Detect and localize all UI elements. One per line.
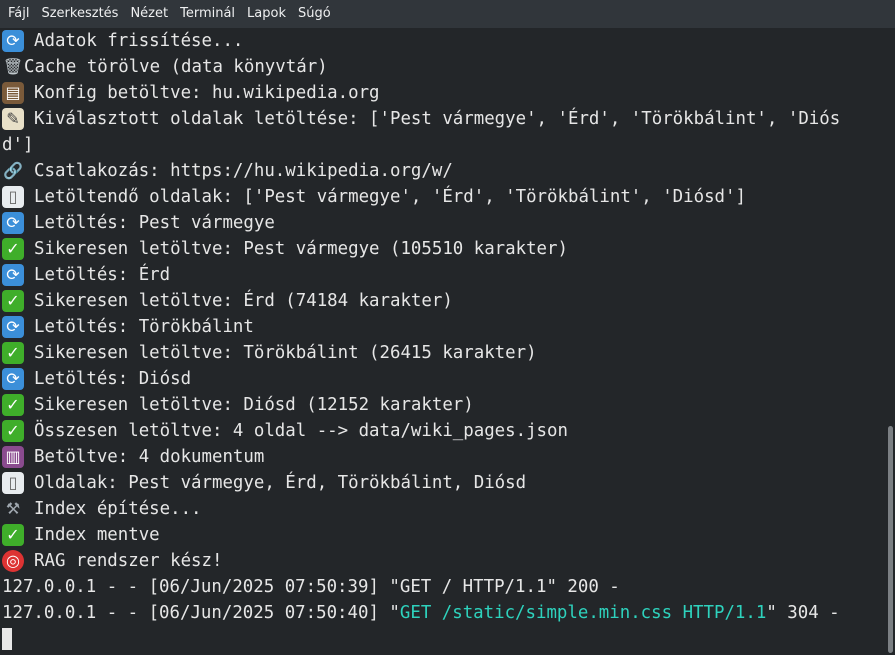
- menu-file[interactable]: Fájl: [2, 0, 35, 28]
- target-icon: ◎: [2, 550, 24, 572]
- menu-terminal[interactable]: Terminál: [174, 0, 241, 28]
- books-icon: ▥: [2, 446, 24, 468]
- menu-edit[interactable]: Szerkesztés: [35, 0, 124, 28]
- menu-tabs[interactable]: Lapok: [241, 0, 292, 28]
- terminal-line: ✓ Összesen letöltve: 4 oldal --> data/wik…: [0, 418, 885, 444]
- check-icon: ✓: [2, 342, 24, 364]
- menu-help[interactable]: Súgó: [292, 0, 337, 28]
- terminal-line: 🔗 Csatlakozás: https://hu.wikipedia.org/w…: [3, 161, 453, 181]
- terminal-line: ✓ Sikeresen letöltve: Pest vármegye (1055…: [0, 236, 885, 262]
- terminal-line: ▯ Letöltendő oldalak: ['Pest vármegye', '…: [0, 184, 885, 210]
- check-icon: ✓: [2, 290, 24, 312]
- log-line: 127.0.0.1 - - [06/Jun/2025 07:50:39] "GE…: [2, 577, 620, 597]
- memo-icon: ✎: [2, 108, 24, 130]
- terminal-output[interactable]: ⟳ Adatok frissítése... 🗑Cache törölve (da…: [0, 28, 885, 655]
- menu-view[interactable]: Nézet: [124, 0, 174, 28]
- terminal-line: d']: [2, 135, 34, 155]
- refresh-icon: ⟳: [2, 30, 24, 52]
- terminal-line: ✓ Index mentve: [0, 522, 885, 548]
- terminal-line: ◎ RAG rendszer kész!: [0, 548, 885, 574]
- log-line: 127.0.0.1 - - [06/Jun/2025 07:50:40] "GE…: [2, 603, 840, 623]
- terminal-line: ⟳ Letöltés: Érd: [0, 262, 885, 288]
- terminal-line: ⟳ Letöltés: Diósd: [0, 366, 885, 392]
- terminal-line: ▥ Betöltve: 4 dokumentum: [0, 444, 885, 470]
- terminal-line: ⚒ Index építése...: [0, 496, 885, 522]
- page-icon: ▯: [2, 186, 24, 208]
- terminal-line: ✓ Sikeresen letöltve: Diósd (12152 karakt…: [0, 392, 885, 418]
- check-icon: ✓: [2, 420, 24, 442]
- terminal-line: ✓ Sikeresen letöltve: Érd (74184 karakter…: [0, 288, 885, 314]
- highlighted-request: GET /static/simple.min.css HTTP/1.1: [399, 603, 767, 623]
- terminal-line: 🗑Cache törölve (data könyvtár): [2, 57, 328, 77]
- link-icon: 🔗: [3, 161, 23, 180]
- check-icon: ✓: [2, 238, 24, 260]
- page-icon: ▯: [2, 472, 24, 494]
- check-icon: ✓: [2, 394, 24, 416]
- terminal-line: ⟳ Letöltés: Pest vármegye: [0, 210, 885, 236]
- refresh-icon: ⟳: [2, 316, 24, 338]
- trash-icon: 🗑: [2, 57, 24, 76]
- check-icon: ✓: [2, 524, 24, 546]
- terminal-line: ⟳ Letöltés: Törökbálint: [0, 314, 885, 340]
- scrollbar-thumb[interactable]: [888, 426, 893, 653]
- vertical-scrollbar[interactable]: [885, 28, 895, 655]
- menu-bar: Fájl Szerkesztés Nézet Terminál Lapok Sú…: [0, 0, 895, 28]
- terminal-line: ✎ Kiválasztott oldalak letöltése: ['Pest …: [0, 106, 885, 132]
- terminal-line: ▤ Konfig betöltve: hu.wikipedia.org: [0, 80, 885, 106]
- text-cursor: [2, 628, 12, 650]
- terminal-line: ▯ Oldalak: Pest vármegye, Érd, Törökbálin…: [0, 470, 885, 496]
- refresh-icon: ⟳: [2, 368, 24, 390]
- hammer-icon: ⚒: [5, 499, 21, 518]
- terminal-line: ✓ Sikeresen letöltve: Törökbálint (26415 …: [0, 340, 885, 366]
- refresh-icon: ⟳: [2, 264, 24, 286]
- prompt-line[interactable]: [0, 626, 885, 652]
- clipboard-icon: ▤: [2, 82, 24, 104]
- terminal-line: ⟳ Adatok frissítése...: [0, 28, 885, 54]
- refresh-icon: ⟳: [2, 212, 24, 234]
